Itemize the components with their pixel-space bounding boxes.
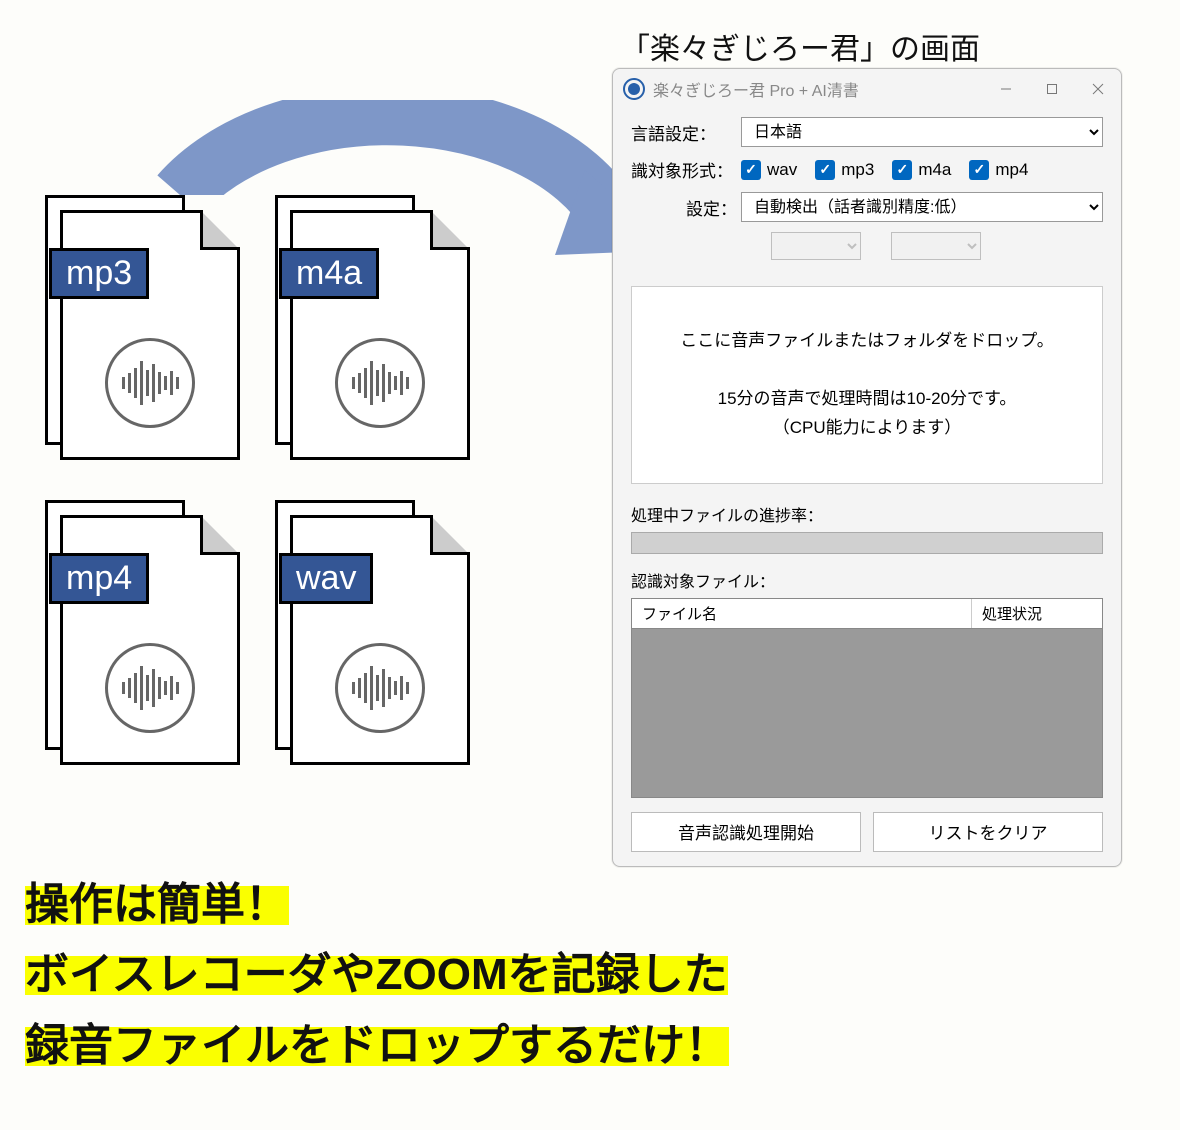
checkbox-mp3[interactable]: ✓mp3 (815, 160, 874, 180)
check-icon: ✓ (892, 160, 912, 180)
promo-line-2: ボイスレコーダやZOOMを記録した (25, 950, 728, 999)
waveform-icon (105, 643, 195, 733)
detect-select[interactable]: 自動検出（話者識別精度:低） (741, 192, 1103, 222)
detect-label: 設定： (631, 195, 741, 220)
waveform-icon (105, 338, 195, 428)
title-bar[interactable]: 楽々ぎじろー君 Pro + AI清書 (613, 69, 1121, 109)
check-icon: ✓ (815, 160, 835, 180)
promo-text: 操作は簡単！ ボイスレコーダやZOOMを記録した 録音ファイルをドロップするだけ… (25, 870, 729, 1081)
clear-list-button[interactable]: リストをクリア (873, 812, 1103, 852)
maximize-button[interactable] (1029, 69, 1075, 109)
file-icon-mp3: mp3 (45, 195, 245, 460)
waveform-icon (335, 643, 425, 733)
screenshot-caption: 「楽々ぎじろー君」の画面 (620, 24, 980, 68)
sub-select-2[interactable] (891, 232, 981, 260)
progress-label: 処理中ファイルの進捗率： (631, 502, 1103, 526)
drop-text-1: ここに音声ファイルまたはフォルダをドロップ。 (652, 327, 1082, 356)
app-window: 楽々ぎじろー君 Pro + AI清書 言語設定： 日本語 識対象形式： ✓wav… (612, 68, 1122, 867)
file-tag: wav (279, 553, 373, 604)
file-tag: mp4 (49, 553, 149, 604)
file-icons-area: mp3 m4a mp4 wav (45, 195, 475, 765)
file-icon-mp4: mp4 (45, 500, 245, 765)
file-tag: m4a (279, 248, 379, 299)
format-label: 識対象形式： (631, 157, 741, 182)
progress-bar (631, 532, 1103, 554)
checkbox-wav[interactable]: ✓wav (741, 160, 797, 180)
file-table: ファイル名 処理状況 (631, 598, 1103, 798)
minimize-button[interactable] (983, 69, 1029, 109)
file-tag: mp3 (49, 248, 149, 299)
waveform-icon (335, 338, 425, 428)
close-icon (1092, 83, 1104, 95)
minimize-icon (1000, 83, 1012, 95)
promo-line-1: 操作は簡単！ (25, 880, 289, 929)
window-title: 楽々ぎじろー君 Pro + AI清書 (653, 77, 983, 101)
drop-text-2: 15分の音声で処理時間は10-20分です。 (652, 385, 1082, 414)
checkbox-mp4[interactable]: ✓mp4 (969, 160, 1028, 180)
check-icon: ✓ (969, 160, 989, 180)
maximize-icon (1046, 83, 1058, 95)
app-icon (623, 78, 645, 100)
drop-zone[interactable]: ここに音声ファイルまたはフォルダをドロップ。 15分の音声で処理時間は10-20… (631, 286, 1103, 484)
check-icon: ✓ (741, 160, 761, 180)
file-icon-m4a: m4a (275, 195, 475, 460)
file-icon-wav: wav (275, 500, 475, 765)
column-filename[interactable]: ファイル名 (632, 599, 972, 628)
column-status[interactable]: 処理状況 (972, 599, 1102, 628)
file-list-label: 認識対象ファイル： (631, 568, 1103, 592)
checkbox-m4a[interactable]: ✓m4a (892, 160, 951, 180)
start-recognition-button[interactable]: 音声認識処理開始 (631, 812, 861, 852)
sub-select-1[interactable] (771, 232, 861, 260)
file-table-body[interactable] (632, 629, 1102, 797)
language-select[interactable]: 日本語 (741, 117, 1103, 147)
language-label: 言語設定： (631, 120, 741, 145)
close-button[interactable] (1075, 69, 1121, 109)
drop-text-3: （CPU能力によります） (652, 414, 1082, 443)
promo-line-3: 録音ファイルをドロップするだけ！ (25, 1021, 729, 1070)
